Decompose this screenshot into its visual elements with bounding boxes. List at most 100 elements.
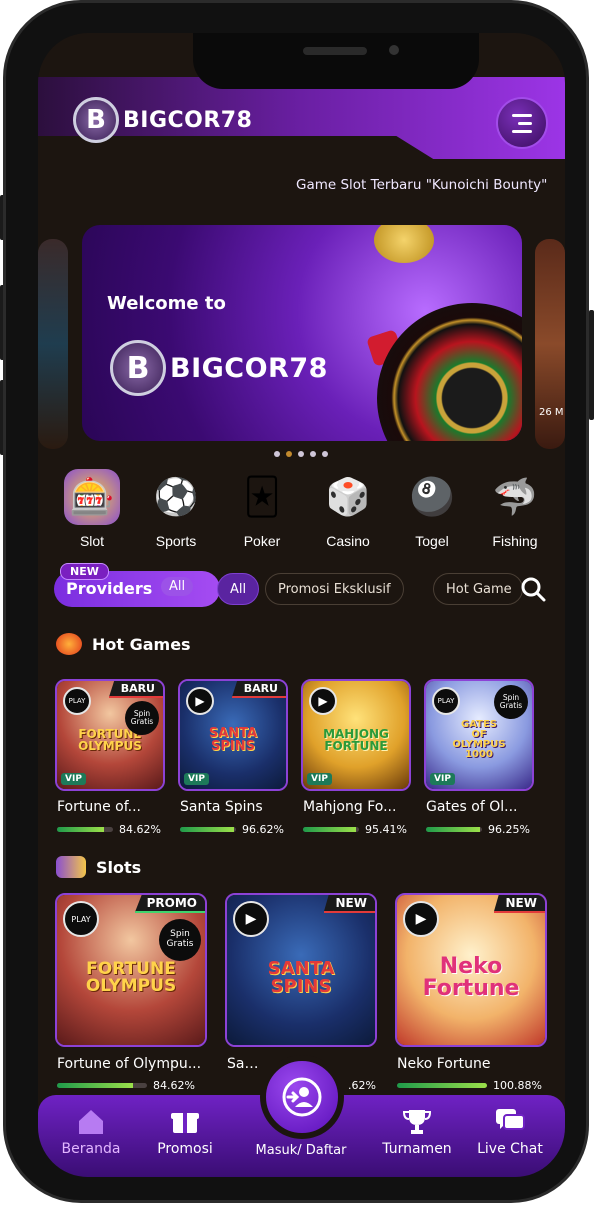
slot-card-santa-spins[interactable]: SANTA SPINS NEW ▶ [225, 893, 377, 1047]
category-poker[interactable]: 🃏 Poker [222, 469, 302, 550]
nav-label: Live Chat [477, 1141, 543, 1157]
nav-masuk-daftar[interactable]: Masuk/ Daftar [241, 1143, 361, 1158]
carousel-dot-active[interactable] [286, 451, 292, 457]
game-card-mahjong-fortune[interactable]: MAHJONG FORTUNE ▶ VIP [301, 679, 411, 791]
phone-frame: B BIGCOR78 Game Slot Terbaru "Kunoichi B… [3, 0, 589, 1203]
search-icon[interactable] [520, 576, 546, 602]
app-screen: B BIGCOR78 Game Slot Terbaru "Kunoichi B… [38, 33, 565, 1177]
play-icon: PLAY [63, 901, 99, 937]
game-art-title: SANTA SPINS [208, 726, 258, 755]
carousel-dot[interactable] [310, 451, 316, 457]
category-sports[interactable]: ⚽ Sports [136, 469, 216, 549]
section-title-text: Hot Games [92, 634, 191, 654]
category-togel[interactable]: 🎱 Togel [392, 469, 472, 549]
badge-baru: BARU [108, 681, 163, 698]
rtp-fill [397, 1083, 487, 1088]
vip-badge: VIP [184, 773, 209, 785]
game-name[interactable]: Gates of Ol... [426, 799, 532, 815]
slots-section-title: Slots [56, 856, 141, 878]
welcome-banner[interactable]: Welcome to B BIGCOR78 [82, 225, 522, 441]
nav-live-chat[interactable]: Live Chat [465, 1107, 555, 1157]
bitcoin-coin-icon: B [73, 97, 119, 143]
nav-label: Turnamen [382, 1141, 452, 1157]
badge-new: NEW [493, 895, 545, 913]
game-name[interactable]: Fortune of... [57, 799, 163, 815]
play-icon: ▶ [403, 901, 439, 937]
play-icon: PLAY [63, 687, 91, 715]
banner-next-date: 26 M [539, 407, 564, 418]
game-art-title: Neko Fortune [422, 953, 520, 1001]
rtp-meter: 96.25% [426, 823, 530, 836]
rtp-bar [426, 827, 482, 832]
free-spin-badge: Spin Gratis [125, 701, 159, 735]
category-slot[interactable]: 🎰 Slot [52, 469, 132, 549]
filter-chip-all[interactable]: All [217, 573, 260, 605]
rtp-meter: 95.41% [303, 823, 407, 836]
menu-line-icon [518, 121, 532, 125]
rtp-bar [180, 827, 236, 832]
filter-chip-hot-game[interactable]: Hot Game [433, 573, 523, 605]
play-icon: PLAY [432, 687, 460, 715]
game-name[interactable]: Mahjong Fo... [303, 799, 409, 815]
rtp-bar [57, 1083, 147, 1088]
play-icon: ▶ [233, 901, 269, 937]
dice-icon: 🎲 [325, 477, 371, 518]
category-casino[interactable]: 🎲 Casino [308, 469, 388, 549]
game-name[interactable]: Neko Fortune [397, 1056, 547, 1072]
filter-chip-promosi-eksklusif[interactable]: Promosi Eksklusif [265, 573, 404, 605]
rtp-value: 96.62% [242, 823, 284, 836]
badge-promo: PROMO [134, 895, 205, 913]
brand-logo[interactable]: B BIGCOR78 [73, 97, 252, 143]
carousel-dot[interactable] [298, 451, 304, 457]
nav-turnamen[interactable]: Turnamen [372, 1107, 462, 1157]
shark-icon: 🦈 [492, 477, 538, 518]
banner-prev-slide[interactable] [38, 239, 68, 449]
badge-new: NEW [323, 895, 375, 913]
section-title-text: Slots [96, 857, 142, 877]
slot-machine-icon [56, 856, 86, 878]
hamburger-menu-button[interactable] [496, 97, 548, 149]
game-card-fortune-olympus[interactable]: FORTUNE OLYMPUS BARU PLAY Spin Gratis VI… [55, 679, 165, 791]
free-spin-badge: Spin Gratis [159, 919, 201, 961]
rtp-fill [57, 1083, 134, 1088]
slot-card-neko-fortune[interactable]: Neko Fortune NEW ▶ [395, 893, 547, 1047]
free-spin-badge: Spin Gratis [494, 685, 528, 719]
category-label: Sports [155, 533, 197, 549]
play-icon: ▶ [186, 687, 214, 715]
rtp-meter: 100.88% [397, 1079, 542, 1092]
badge-baru: BARU [231, 681, 286, 698]
nav-beranda[interactable]: Beranda [46, 1107, 136, 1157]
game-name[interactable]: Santa Spins [180, 799, 286, 815]
carousel-dot[interactable] [274, 451, 280, 457]
category-label: Slot [79, 533, 105, 549]
menu-line-icon [512, 129, 532, 133]
game-name[interactable]: Santa [227, 1056, 267, 1072]
rtp-value: .62% [348, 1079, 376, 1092]
providers-all-pill[interactable]: All [161, 577, 194, 596]
rtp-meter: .62% [348, 1079, 376, 1092]
carousel-dot[interactable] [322, 451, 328, 457]
login-register-button[interactable] [260, 1055, 344, 1139]
front-camera [389, 45, 399, 55]
slot-card-fortune-olympus[interactable]: FORTUNE OLYMPUS PROMO PLAY Spin Gratis [55, 893, 207, 1047]
rtp-meter: 96.62% [180, 823, 284, 836]
category-bar: 🎰 Slot ⚽ Sports 🃏 Poker 🎲 Casino 🎱 Togel… [52, 469, 565, 554]
fire-icon [56, 633, 82, 655]
rtp-value: 84.62% [119, 823, 161, 836]
vip-badge: VIP [430, 773, 455, 785]
nav-promosi[interactable]: Promosi [140, 1107, 230, 1157]
announcement-marquee: Game Slot Terbaru "Kunoichi Bounty" [296, 177, 548, 193]
banner-next-slide[interactable]: 26 M [535, 239, 565, 449]
slot-machine-icon: 🎰 [64, 469, 120, 525]
category-fishing[interactable]: 🦈 Fishing [475, 469, 555, 549]
category-label: Fishing [492, 533, 538, 549]
game-card-santa-spins[interactable]: SANTA SPINS BARU ▶ VIP [178, 679, 288, 791]
banner-brand-name: BIGCOR78 [170, 352, 328, 384]
category-label: Togel [415, 533, 449, 549]
casino-chips-icon [374, 225, 434, 263]
rtp-value: 95.41% [365, 823, 407, 836]
game-name[interactable]: Fortune of Olympu... [57, 1056, 207, 1072]
game-art-title: SANTA SPINS [267, 957, 335, 997]
game-card-gates-of-olympus[interactable]: GATES OF OLYMPUS 1000 PLAY Spin Gratis V… [424, 679, 534, 791]
nav-label: Beranda [61, 1141, 121, 1157]
